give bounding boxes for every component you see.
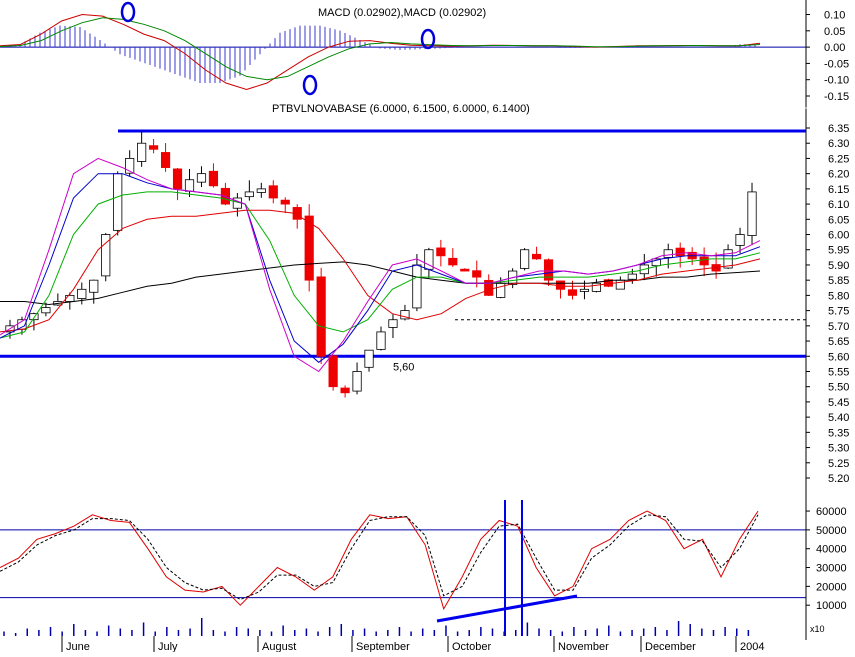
candle-body [328, 355, 338, 388]
candle-body [304, 215, 314, 281]
macd-tick-label: -0.15 [824, 91, 849, 103]
candle-body [256, 188, 266, 193]
candle-body [160, 152, 171, 168]
price-tick-label: 5.20 [828, 473, 849, 485]
candle-body [747, 191, 757, 236]
price-tick-label: 5.65 [828, 336, 849, 348]
candle-body [675, 247, 685, 257]
candle-body [531, 253, 542, 260]
macd-series-line [0, 17, 761, 81]
candle-body [472, 270, 482, 278]
price-tick-label: 5.35 [828, 427, 849, 439]
month-label: October [452, 641, 491, 652]
stoch-tick-label: 20000 [816, 581, 847, 593]
candle-body [137, 142, 147, 162]
candle-body [579, 288, 590, 292]
candle-body [268, 185, 278, 199]
candle-body [29, 313, 39, 321]
price-tick-label: 5.70 [828, 321, 849, 333]
candle-body [244, 191, 254, 198]
month-label: June [66, 641, 90, 652]
candle-body [663, 249, 673, 258]
candle-body [376, 331, 386, 350]
candle-body [196, 173, 207, 183]
stoch-tick-label: 40000 [816, 544, 847, 556]
macd-highlight-circle [120, 1, 136, 23]
macd-tick-label: 0.00 [824, 42, 845, 54]
candle-body [316, 276, 326, 357]
candle-body [77, 288, 87, 299]
month-label: July [158, 641, 178, 652]
candle-body [149, 145, 159, 150]
candle-body [340, 387, 350, 394]
price-tick-label: 5.75 [828, 306, 849, 318]
price-tick-label: 5.60 [828, 351, 849, 363]
month-label: August [262, 641, 296, 652]
price-tick-label: 6.00 [828, 230, 849, 242]
price-tick-label: 6.05 [828, 214, 849, 226]
candle-body [172, 168, 183, 190]
candle-body [496, 282, 506, 298]
macd-title: MACD (0.02902),MACD (0.02902) [318, 7, 486, 19]
stoch-tick-label: 10000 [816, 600, 847, 612]
candle-body [567, 289, 578, 296]
price-tick-label: 5.50 [828, 382, 849, 394]
chart-canvas: 0.10 0.05 0.00 -0.05 -0.10 -0.15 MACD (0.02902… [0, 0, 855, 653]
candle-body [280, 199, 290, 205]
macd-tick-label: 0.10 [824, 10, 845, 22]
price-tick-label: 5.45 [828, 397, 849, 409]
stoch-series-line [0, 510, 759, 611]
macd-tick-label: -0.05 [824, 58, 849, 70]
candle-body [89, 279, 99, 293]
price-tick-label: 6.20 [828, 169, 849, 181]
macd-series-line [0, 13, 761, 91]
stoch-tick-label: 60000 [816, 506, 847, 518]
candle-body [184, 179, 195, 192]
candle-body [735, 234, 745, 246]
candle-body [699, 256, 709, 266]
price-tick-label: 5.30 [828, 443, 849, 455]
price-tick-label: 5.25 [828, 458, 849, 470]
price-tick-label: 5.95 [828, 245, 849, 257]
stoch-series-line [0, 514, 759, 601]
month-label: November [558, 641, 609, 652]
candle-body [520, 249, 530, 269]
candle-body [352, 371, 362, 392]
candle-body [412, 264, 422, 309]
divergence-trendline [436, 594, 578, 623]
price-title: PTBVLNOVABASE (6.0000, 6.1500, 6.0000, 6… [272, 103, 530, 115]
candle-body [364, 349, 374, 368]
macd-tick-label: -0.10 [824, 75, 849, 87]
price-tick-label: 5.90 [828, 260, 849, 272]
price-tick-label: 6.25 [828, 153, 849, 165]
price-tick-label: 6.35 [828, 123, 849, 135]
macd-tick-label: 0.05 [824, 26, 845, 38]
price-tick-label: 5.55 [828, 366, 849, 378]
price-tick-label: 6.30 [828, 138, 849, 150]
candle-body [41, 307, 51, 314]
candle-body [627, 273, 637, 280]
candle-body [388, 319, 398, 328]
candle-body [460, 268, 470, 272]
candle-body [65, 294, 75, 302]
month-label: September [356, 641, 410, 652]
volume-unit-label: x10 [810, 624, 825, 634]
stoch-tick-label: 30000 [816, 563, 847, 575]
candle-body [113, 173, 123, 231]
month-label: December [645, 641, 696, 652]
stock-chart: 0.10 0.05 0.00 -0.05 -0.10 -0.15 MACD (0.02902… [0, 0, 855, 653]
price-tick-label: 6.10 [828, 199, 849, 211]
price-tick-label: 5.80 [828, 290, 849, 302]
candle-body [436, 247, 446, 257]
price-tick-label: 5.85 [828, 275, 849, 287]
month-label: 2004 [740, 641, 764, 652]
macd-highlight-circle [302, 74, 318, 96]
price-tick-label: 5.40 [828, 412, 849, 424]
price-tick-label: 6.15 [828, 184, 849, 196]
support-label: 5,60 [393, 361, 414, 373]
candle-body [208, 170, 219, 187]
stoch-tick-label: 50000 [816, 525, 847, 537]
candle-body [448, 257, 458, 266]
